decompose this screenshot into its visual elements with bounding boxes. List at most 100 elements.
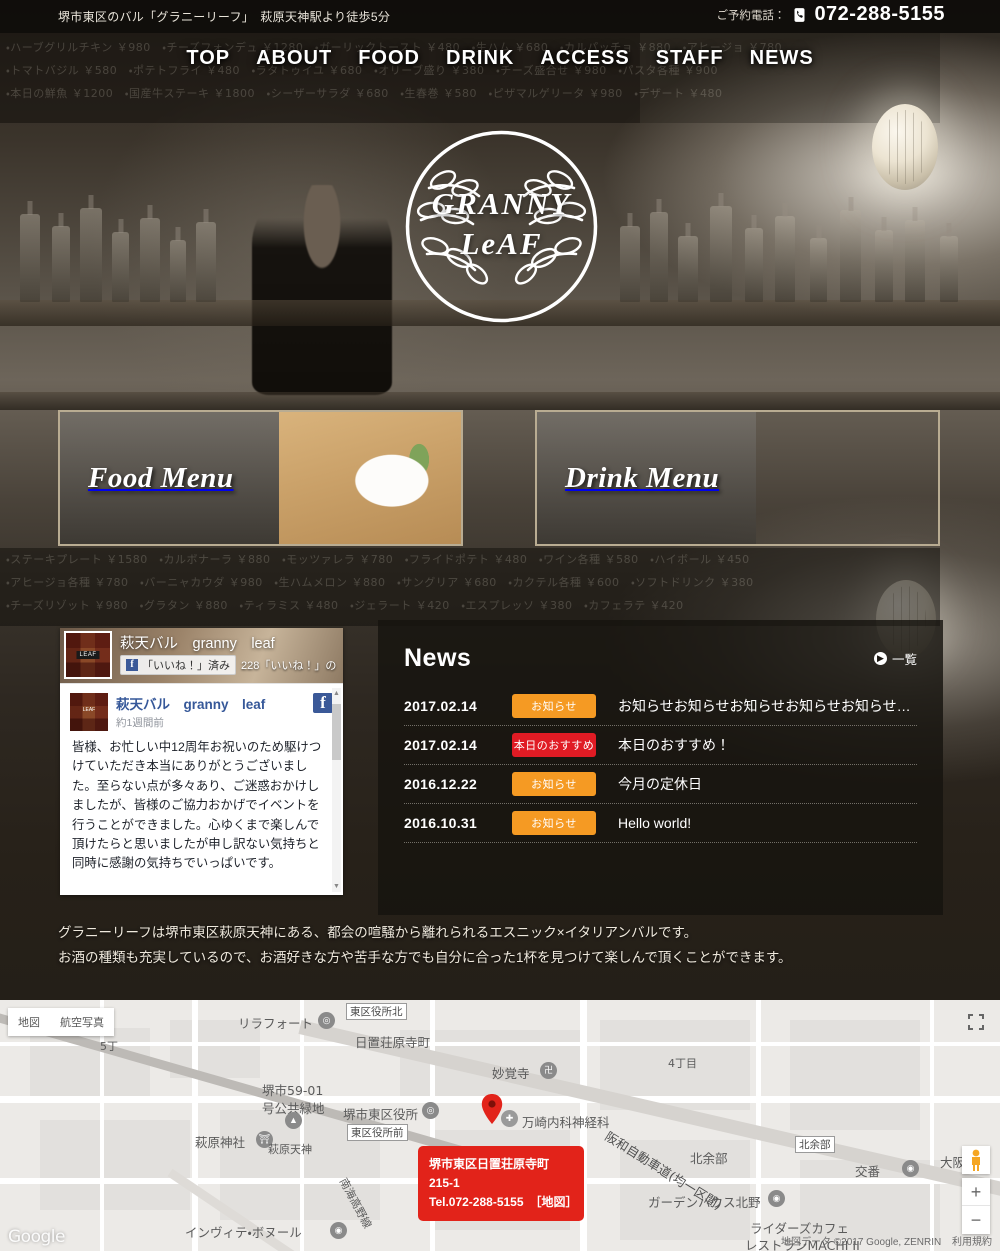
map-terms-link[interactable]: 利用規約 <box>952 1237 992 1248</box>
bartender-silhouette <box>252 185 392 395</box>
logo-line-2: LeAF <box>460 226 543 261</box>
bottle <box>52 226 70 302</box>
zoom-in-button[interactable]: + <box>962 1178 990 1206</box>
news-more-link[interactable]: ▶ 一覧 <box>873 649 917 668</box>
top-bar: 堺市東区のバル「グラニーリーフ」 萩原天神駅より徒歩5分 ご予約電話： 072-… <box>0 0 1000 33</box>
bottle <box>940 236 958 302</box>
zoom-out-button[interactable]: − <box>962 1206 990 1234</box>
fullscreen-icon <box>968 1014 984 1030</box>
facebook-like-bar: f 「いいね！」済み 228「いいね！」の <box>120 655 336 675</box>
nav-item-staff[interactable]: STAFF <box>656 47 724 70</box>
bottle <box>678 236 698 302</box>
nav-item-access[interactable]: ACCESS <box>540 47 629 70</box>
map-label: 5丁 <box>100 1040 118 1053</box>
news-badge: お知らせ <box>512 811 596 835</box>
news-date: 2016.10.31 <box>404 815 478 831</box>
description-line-2: お酒の種類も充実しているので、お酒好きな方や苦手な方でも自分に合った1杯を見つけ… <box>58 950 792 965</box>
reservation-phone[interactable]: ご予約電話： 072-288-5155 <box>716 3 945 26</box>
facebook-page-widget[interactable]: 萩天バル granny leaf f 「いいね！」済み 228「いいね！」の 萩… <box>60 628 343 895</box>
bottle <box>710 206 732 302</box>
bottle <box>112 232 129 302</box>
facebook-logo-icon: f <box>313 693 333 713</box>
nav-item-news[interactable]: NEWS <box>750 47 814 70</box>
reservation-phone-label: ご予約電話： <box>716 9 786 22</box>
map-label: 万崎内科神経科 <box>522 1115 610 1130</box>
news-row[interactable]: 2016.10.31 お知らせ Hello world! <box>404 804 917 843</box>
bottle <box>840 210 861 302</box>
infobox-address: 堺市東区日置荘原寺町215-1 <box>429 1157 550 1190</box>
scrollbar-thumb[interactable] <box>332 704 341 760</box>
pegman-icon <box>972 1149 980 1171</box>
news-more-label: 一覧 <box>891 653 917 667</box>
scroll-up-icon[interactable]: ▲ <box>333 690 340 697</box>
map-type-satellite[interactable]: 航空写真 <box>50 1008 114 1036</box>
bottle <box>905 220 925 302</box>
nav-item-drink[interactable]: DRINK <box>446 47 514 70</box>
bottle <box>875 230 893 302</box>
bar-shelf <box>0 392 1000 410</box>
map-label: 萩原天神 <box>268 1143 312 1156</box>
circle-arrow-icon: ▶ <box>873 652 887 665</box>
facebook-page-name: 萩天バル granny leaf <box>120 636 275 652</box>
news-row[interactable]: 2017.02.14 お知らせ お知らせお知らせお知らせお知らせお知らせお知… <box>404 687 917 726</box>
news-text[interactable]: 本日のおすすめ！ <box>618 735 730 755</box>
bottle <box>775 216 795 302</box>
main-navigation: TOP ABOUT FOOD DRINK ACCESS STAFF NEWS <box>0 40 1000 76</box>
facebook-like-button-label: 「いいね！」済み <box>142 660 230 672</box>
map-label: 交番 <box>855 1164 881 1179</box>
facebook-scrollbar[interactable]: ▲ ▼ <box>332 688 341 892</box>
map-label: インヴィテ・ボヌール <box>185 1225 302 1240</box>
map-infobox[interactable]: 堺市東区日置荘原寺町215-1 Tel.072-288-5155 ［地図］ <box>418 1146 584 1221</box>
map-attribution-text: 地図データ ©2017 Google, ZENRIN <box>781 1237 942 1248</box>
map-label: リラフォート <box>238 1016 314 1031</box>
facebook-post-text: 皆様、お忙しい中12周年お祝いのため駆けつけていただき本当にありがとうございまし… <box>72 740 322 871</box>
site-tagline: 堺市東区のバル「グラニーリーフ」 萩原天神駅より徒歩5分 <box>58 10 391 24</box>
description-line-1: グラニーリーフは堺市東区萩原天神にある、都会の喧騒から離れられるエスニック×イタ… <box>58 925 698 940</box>
bottle <box>196 222 216 302</box>
bottle <box>140 218 160 302</box>
news-date: 2017.02.14 <box>404 698 478 714</box>
nav-item-food[interactable]: FOOD <box>358 47 420 70</box>
fullscreen-button[interactable] <box>964 1010 988 1034</box>
site-logo[interactable]: GRANNY LeAF <box>399 124 604 329</box>
facebook-post-time: 約1週間前 <box>116 717 164 729</box>
news-panel: News ▶ 一覧 2017.02.14 お知らせ お知らせお知らせお知らせお知… <box>378 620 943 915</box>
news-title: News <box>404 644 472 672</box>
news-text[interactable]: 今月の定休日 <box>618 774 702 794</box>
nav-item-top[interactable]: TOP <box>186 47 230 70</box>
bottle <box>650 212 668 302</box>
infobox-tel[interactable]: Tel.072-288-5155 ［地図］ <box>429 1193 578 1212</box>
news-date: 2016.12.22 <box>404 776 478 792</box>
news-badge: 本日のおすすめ <box>512 733 596 757</box>
news-row[interactable]: 2017.02.14 本日のおすすめ 本日のおすすめ！ <box>404 726 917 765</box>
facebook-like-button[interactable]: f 「いいね！」済み <box>120 655 236 675</box>
news-date: 2017.02.14 <box>404 737 478 753</box>
news-text[interactable]: Hello world! <box>618 815 691 831</box>
map-label: 堺市東区役所 <box>343 1107 419 1122</box>
scroll-down-icon[interactable]: ▼ <box>333 883 340 890</box>
logo-line-1: GRANNY <box>431 186 572 221</box>
map-zoom-control[interactable]: + − <box>962 1178 990 1234</box>
map-pin-icon[interactable] <box>481 1094 503 1124</box>
phone-icon <box>794 7 805 22</box>
pegman-control[interactable] <box>962 1146 990 1174</box>
logo-text: GRANNY LeAF <box>399 186 604 262</box>
food-menu-banner[interactable]: Food Menu <box>58 410 463 546</box>
facebook-feed: 萩天バル granny leaf 約1週間前 f 皆様、お忙しい中12周年お祝い… <box>60 683 343 895</box>
map-type-control[interactable]: 地図 航空写真 <box>8 1008 114 1036</box>
google-logo: Google <box>8 1227 65 1247</box>
news-badge: お知らせ <box>512 694 596 718</box>
news-text[interactable]: お知らせお知らせお知らせお知らせお知らせお知… <box>618 696 917 716</box>
bottle <box>80 208 102 302</box>
nav-item-about[interactable]: ABOUT <box>256 47 332 70</box>
map-attribution: 地図データ ©2017 Google, ZENRIN 利用規約 <box>781 1233 992 1248</box>
lantern <box>872 104 938 190</box>
map-type-map[interactable]: 地図 <box>8 1008 50 1036</box>
facebook-f-icon: f <box>126 659 138 671</box>
news-list: 2017.02.14 お知らせ お知らせお知らせお知らせお知らせお知らせお知… … <box>404 687 917 843</box>
map-label: ガーデンハウス北野 <box>648 1195 761 1210</box>
facebook-page-avatar <box>64 631 112 679</box>
drink-menu-banner[interactable]: Drink Menu <box>535 410 940 546</box>
news-row[interactable]: 2016.12.22 お知らせ 今月の定休日 <box>404 765 917 804</box>
facebook-post-author[interactable]: 萩天バル granny leaf <box>116 693 265 713</box>
